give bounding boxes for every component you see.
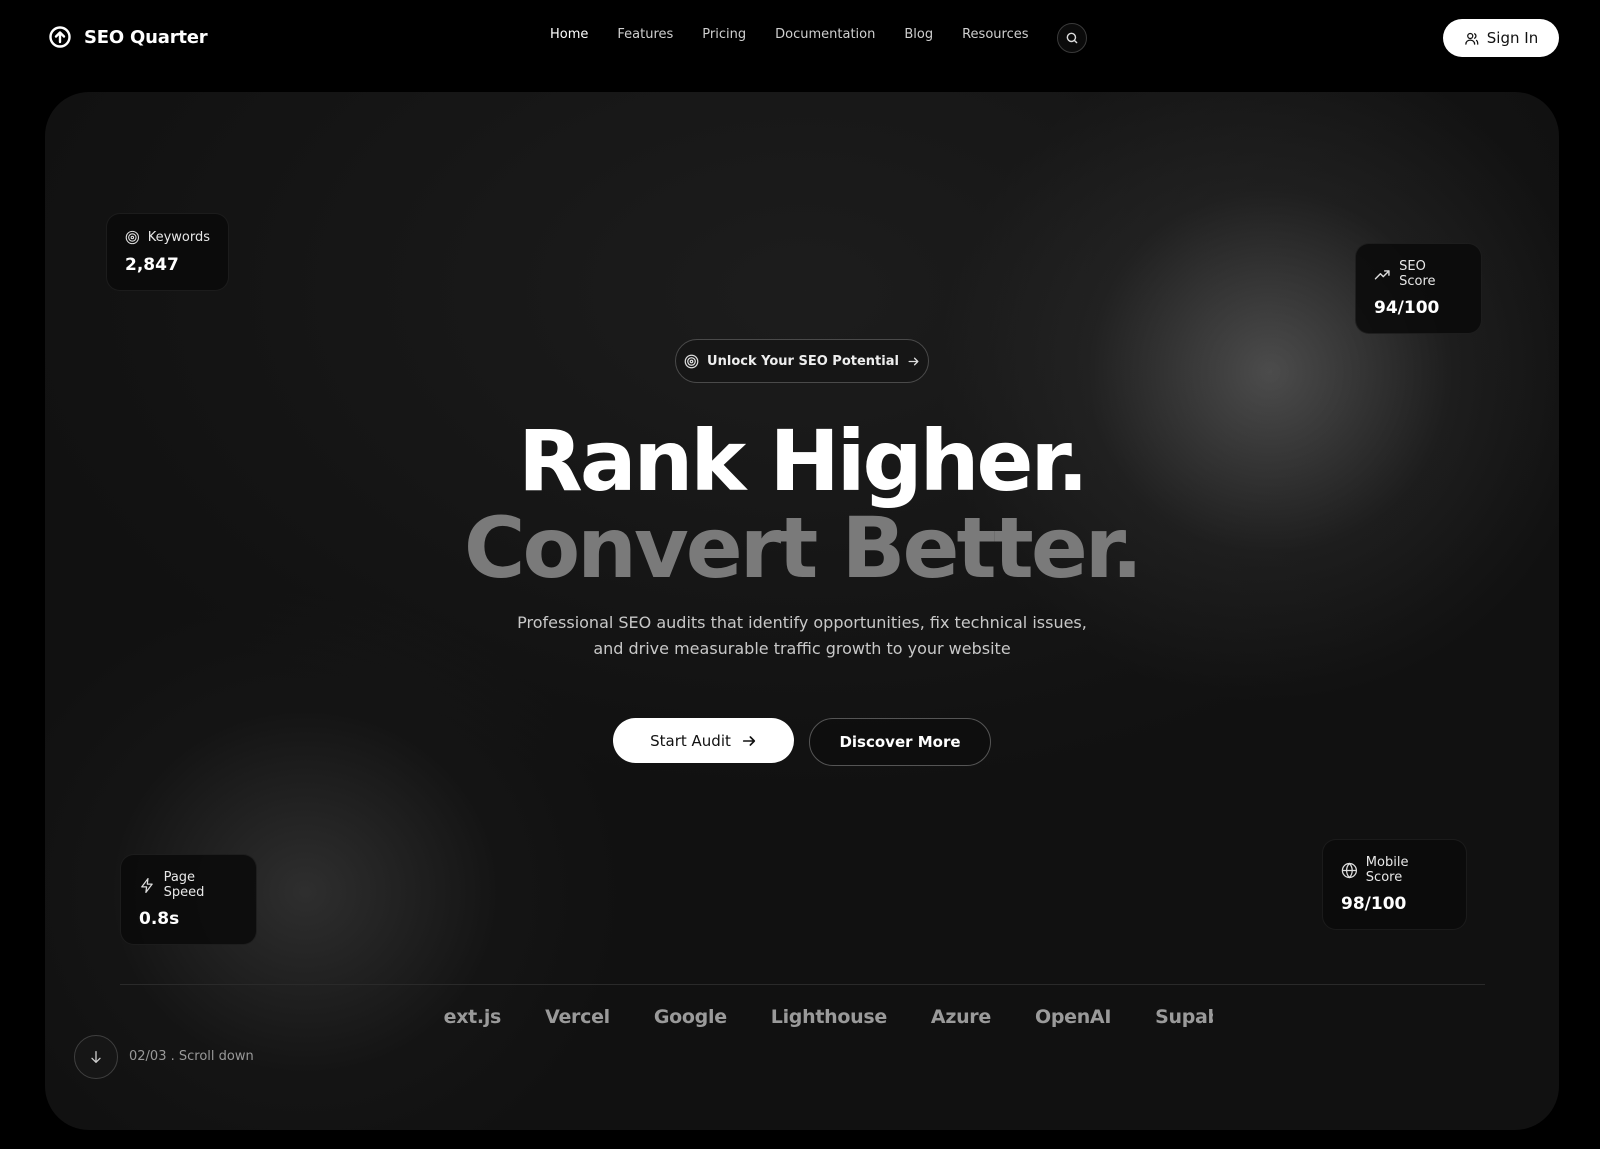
partner-logos-marquee: Next.js Vercel Google Lighthouse Azure O… xyxy=(443,1006,1213,1046)
logo-nextjs: Next.js xyxy=(443,1006,502,1028)
globe-icon xyxy=(1341,862,1358,878)
logo-lighthouse: Lighthouse xyxy=(770,1006,887,1028)
seo-score-label: SEO Score xyxy=(1399,259,1436,289)
brand[interactable]: SEO Quarter xyxy=(48,25,208,49)
main-nav: Home Features Pricing Documentation Blog… xyxy=(550,27,1057,42)
seo-score-card: SEO Score 94/100 xyxy=(1355,243,1482,334)
subtext-line-1: Professional SEO audits that identify op… xyxy=(517,613,1087,632)
nav-item-pricing[interactable]: Pricing xyxy=(702,27,746,42)
unlock-seo-pill[interactable]: Unlock Your SEO Potential xyxy=(675,339,929,383)
mobile-score-label: Mobile Score xyxy=(1365,855,1409,885)
mobile-score-card: Mobile Score 98/100 xyxy=(1322,839,1467,930)
hero-panel: Keywords 2,847 SEO Score 94/100 Unlock Y… xyxy=(45,92,1559,1130)
arrow-right-icon xyxy=(742,735,756,746)
sign-in-label: Sign In xyxy=(1486,29,1539,47)
headline-secondary: Convert Better. xyxy=(463,499,1143,597)
hero-subtext: Professional SEO audits that identify op… xyxy=(452,610,1152,662)
logo-supabase: Supabase xyxy=(1155,1006,1213,1028)
target-icon xyxy=(125,230,140,245)
page-speed-card: Page Speed 0.8s xyxy=(120,854,257,945)
scroll-down-button[interactable] xyxy=(74,1035,118,1079)
logo-azure: Azure xyxy=(930,1006,991,1028)
lightning-icon xyxy=(141,877,153,893)
subtext-line-2: and drive measurable traffic growth to y… xyxy=(593,639,1011,658)
nav-item-features[interactable]: Features xyxy=(617,27,673,42)
nav-item-blog[interactable]: Blog xyxy=(904,27,933,42)
scroll-indicator: 02/03 . Scroll down xyxy=(129,1049,254,1064)
nav-item-home[interactable]: Home xyxy=(550,27,588,42)
nav-item-documentation[interactable]: Documentation xyxy=(775,27,875,42)
arrow-down-icon xyxy=(91,1051,101,1063)
headline-primary: Rank Higher. xyxy=(518,412,1089,510)
page: SEO Quarter Home Features Pricing Docume… xyxy=(0,0,1600,1149)
target-icon xyxy=(684,354,699,368)
discover-more-button[interactable]: Discover More xyxy=(809,718,991,766)
discover-more-label: Discover More xyxy=(839,733,961,751)
start-audit-button[interactable]: Start Audit xyxy=(613,718,794,763)
circle-arrow-up-icon xyxy=(49,26,71,48)
sign-in-button[interactable]: Sign In xyxy=(1443,19,1559,57)
start-audit-label: Start Audit xyxy=(650,731,731,750)
pill-label: Unlock Your SEO Potential xyxy=(707,353,899,369)
keywords-card: Keywords 2,847 xyxy=(106,213,229,291)
keywords-value: 2,847 xyxy=(125,255,179,275)
logo-google: Google xyxy=(653,1006,727,1028)
hero-divider xyxy=(120,984,1485,985)
page-speed-value: 0.8s xyxy=(139,909,180,929)
search-button[interactable] xyxy=(1057,23,1087,53)
nav-item-resources[interactable]: Resources xyxy=(962,27,1028,42)
logo-vercel: Vercel xyxy=(545,1006,610,1028)
logo-openai: OpenAI xyxy=(1034,1006,1112,1028)
seo-score-value: 94/100 xyxy=(1374,298,1440,318)
brand-name: SEO Quarter xyxy=(84,26,208,48)
search-icon xyxy=(1066,32,1078,44)
page-speed-label: Page Speed xyxy=(163,870,205,900)
arrow-right-icon xyxy=(908,357,919,365)
trending-up-icon xyxy=(1374,269,1390,279)
user-icon xyxy=(1465,32,1479,45)
mobile-score-value: 98/100 xyxy=(1341,894,1407,914)
site-header: SEO Quarter Home Features Pricing Docume… xyxy=(0,0,1600,78)
keywords-label: Keywords xyxy=(147,230,210,245)
logos-track: Next.js Vercel Google Lighthouse Azure O… xyxy=(443,1006,1213,1028)
